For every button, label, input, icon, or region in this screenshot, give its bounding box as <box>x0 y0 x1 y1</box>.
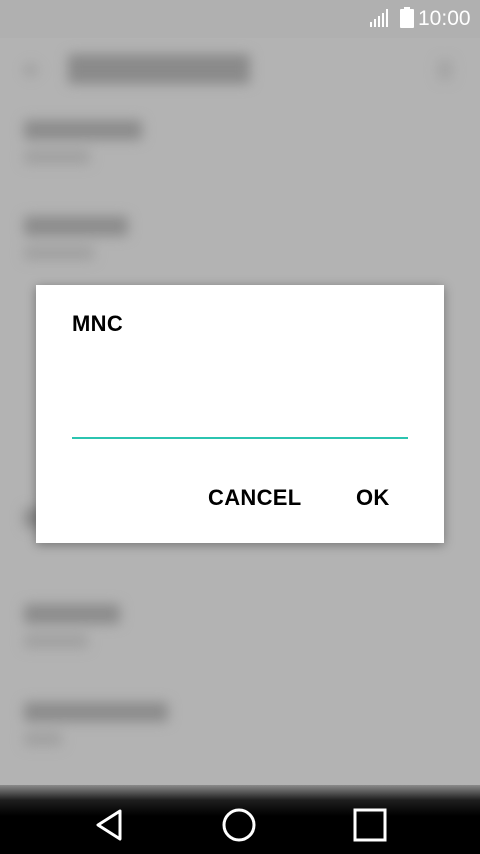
background-list-item <box>24 216 128 260</box>
navigation-bar <box>0 785 480 854</box>
background-list-item <box>24 120 142 164</box>
background-back-arrow-icon <box>24 62 40 78</box>
back-icon[interactable] <box>90 805 130 845</box>
home-icon[interactable] <box>219 805 259 845</box>
background-list-item <box>24 604 120 648</box>
cancel-button[interactable]: CANCEL <box>208 485 301 511</box>
status-bar: 10:00 <box>0 0 480 38</box>
status-time: 10:00 <box>418 7 471 30</box>
background-overflow-icon <box>438 60 452 80</box>
mnc-input[interactable] <box>72 401 408 439</box>
signal-icon <box>370 9 388 27</box>
battery-icon <box>400 7 414 28</box>
background-list-item <box>24 702 168 746</box>
ok-button[interactable]: OK <box>356 485 390 511</box>
mnc-dialog: MNC CANCEL OK <box>36 285 444 543</box>
recents-icon[interactable] <box>350 805 390 845</box>
dialog-title: MNC <box>72 311 124 336</box>
background-title-placeholder <box>68 54 250 84</box>
